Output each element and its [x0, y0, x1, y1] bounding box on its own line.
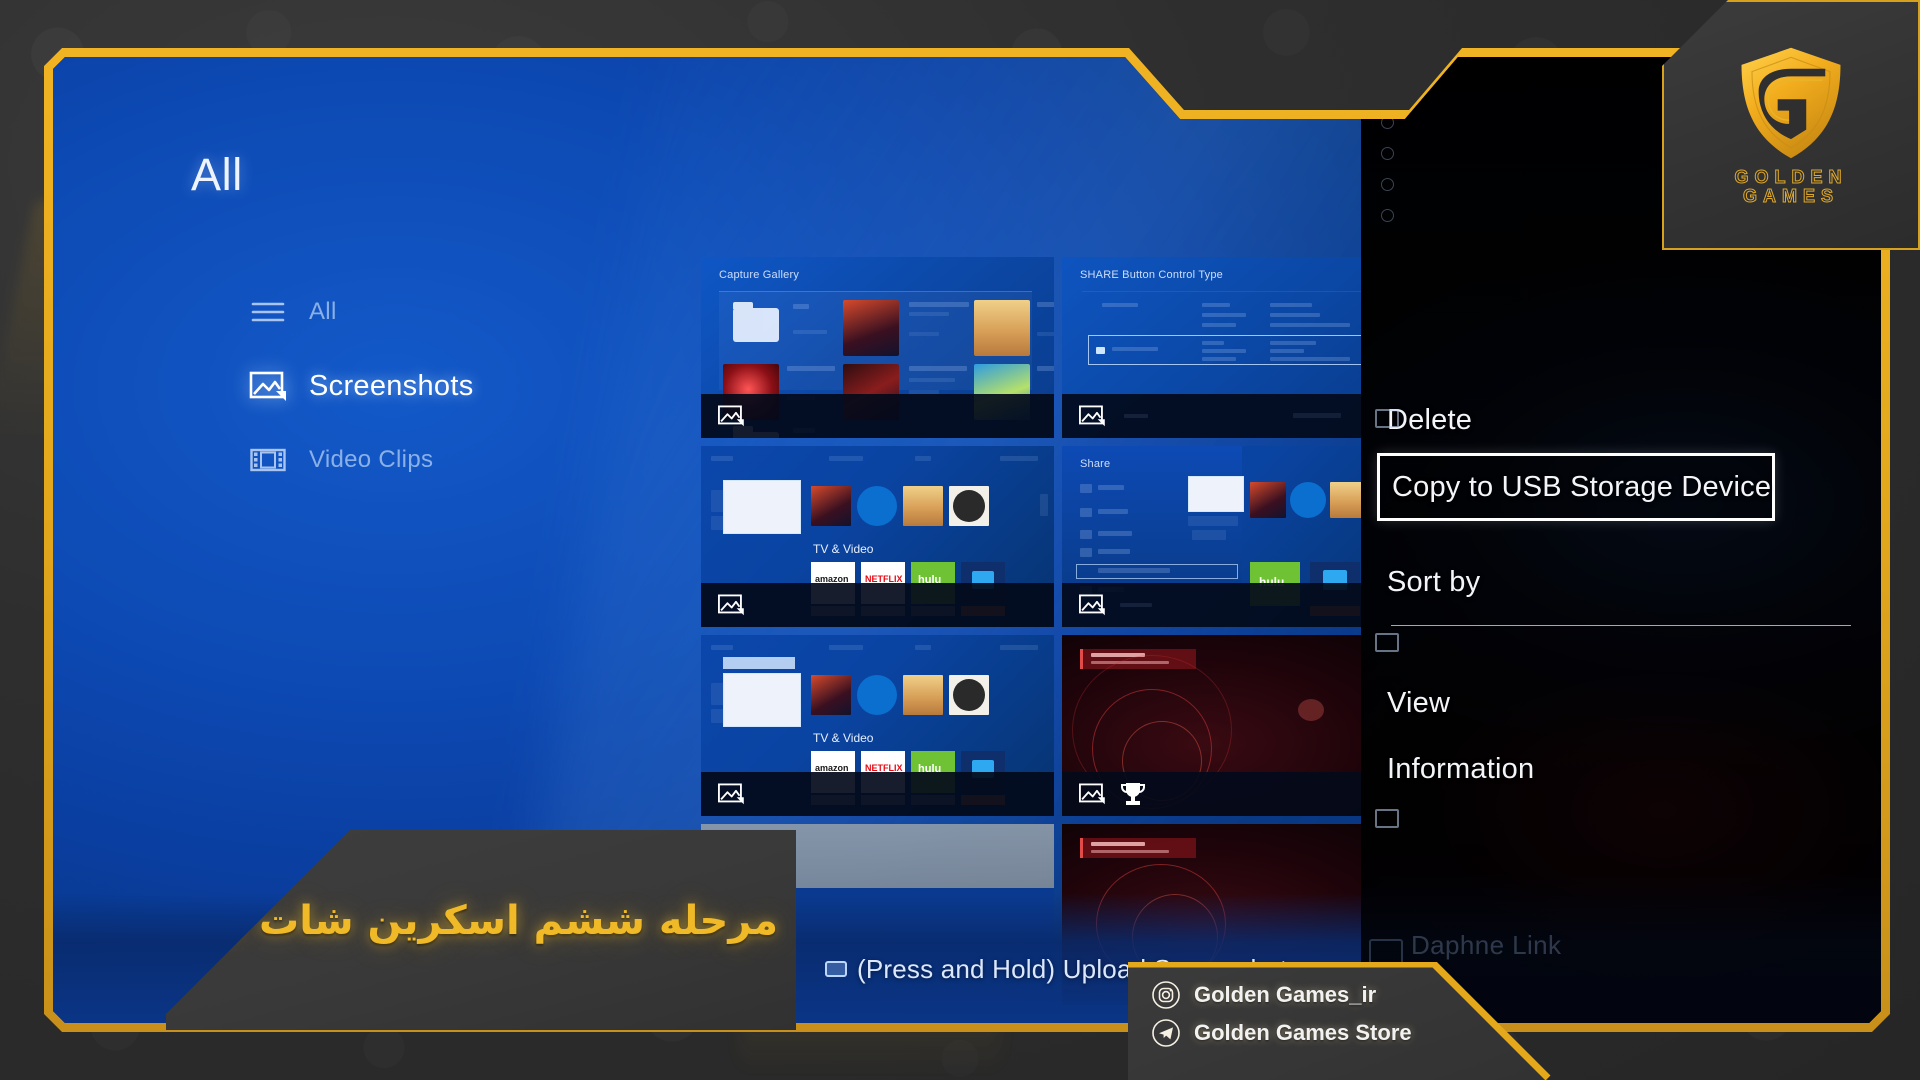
golden-games-shield-icon	[1741, 47, 1841, 159]
share-button-icon	[825, 961, 847, 977]
page-title: All	[191, 149, 243, 200]
trophy-toast-notification	[1080, 838, 1196, 858]
telegram-icon	[1152, 1019, 1180, 1047]
menu-item-information[interactable]: Information	[1361, 736, 1881, 802]
brand-logo-badge: GOLDEN GAMES	[1662, 0, 1920, 250]
menu-item-view[interactable]: View	[1361, 670, 1881, 736]
sidebar-item-screenshots[interactable]: Screenshots	[249, 349, 569, 423]
photo-icon	[718, 783, 744, 805]
photo-icon	[249, 370, 287, 402]
thumbnail-share-button-control-type[interactable]: SHARE Button Control Type	[1062, 257, 1361, 438]
brand-wordmark-line2: GAMES	[1742, 186, 1839, 206]
photo-icon	[1079, 783, 1105, 805]
highlighted-tile	[723, 480, 801, 534]
sidebar-item-label: All	[309, 298, 337, 325]
sidebar: All Screenshots Video Clips	[249, 275, 569, 497]
menu-item-delete[interactable]: Delete	[1361, 387, 1881, 453]
thumbnail-type-bar	[701, 394, 1054, 438]
thumbnail-type-bar	[1062, 394, 1361, 438]
brand-wordmark: GOLDEN GAMES	[1734, 166, 1848, 206]
thumbnail-ps4-home[interactable]: TV & Video amazon NETFLIX hulu	[701, 446, 1054, 627]
thumbnail-type-bar	[1062, 772, 1361, 816]
brand-wordmark-line1: GOLDEN	[1734, 166, 1848, 187]
menu-item-label: Sort by	[1387, 565, 1481, 598]
photo-icon	[1375, 809, 1399, 828]
menu-item-sort-by[interactable]: Sort by	[1361, 549, 1881, 615]
ghost-icon	[1381, 147, 1394, 160]
thumbnail-type-bar	[701, 583, 1054, 627]
social-handle: Golden Games Store	[1194, 1020, 1412, 1045]
ghost-icon	[1381, 85, 1394, 98]
photo-icon	[1079, 594, 1105, 616]
menu-item-label: View	[1387, 686, 1451, 719]
photo-icon	[718, 405, 744, 427]
social-row-telegram[interactable]: Golden Games Store	[1152, 1014, 1548, 1052]
context-menu: Delete Copy to USB Storage Device Sort b…	[1361, 387, 1881, 802]
menu-item-label: Copy to USB Storage Device	[1392, 470, 1772, 503]
thumbnail-type-bar	[1062, 583, 1361, 627]
menu-gap	[1361, 626, 1881, 670]
thumbnail-capture-gallery[interactable]: Capture Gallery	[701, 257, 1054, 438]
menu-spacer	[1361, 521, 1881, 549]
thumbnail-caption: SHARE Button Control Type	[1080, 269, 1223, 281]
thumbnail-share-menu[interactable]: Share hulu	[1062, 446, 1361, 627]
folder-icon	[733, 302, 779, 342]
page-root: All All Screenshots Video Clips Capture …	[0, 0, 1920, 1080]
photo-icon	[1079, 405, 1105, 427]
ghost-icon	[1381, 178, 1394, 191]
ghost-icon	[1381, 209, 1394, 222]
thumbnail-inner-panel	[719, 291, 1054, 438]
menu-item-copy-to-usb-storage-device[interactable]: Copy to USB Storage Device	[1377, 453, 1775, 521]
screenshot-grid: Capture Gallery SHARE Button Control Typ…	[701, 257, 1361, 1005]
social-handle: Golden Games_ir	[1194, 982, 1377, 1007]
sidebar-item-video-clips[interactable]: Video Clips	[249, 423, 569, 497]
tv-video-label: TV & Video	[813, 731, 874, 745]
sidebar-item-label: Video Clips	[309, 446, 434, 473]
photo-icon	[1375, 409, 1399, 428]
sidebar-item-all[interactable]: All	[249, 275, 569, 349]
tv-video-label: TV & Video	[813, 542, 874, 556]
photo-icon	[718, 594, 744, 616]
trophy-icon	[1121, 783, 1145, 805]
thumbnail-type-bar	[701, 772, 1054, 816]
thumbnail-ps4-home[interactable]: TV & Video amazon NETFLIX hulu	[701, 635, 1054, 816]
thumbnail-caption: Share	[1080, 458, 1111, 470]
photo-icon	[1375, 633, 1399, 652]
photo-icon	[1369, 939, 1403, 965]
menu-item-label: Delete	[1387, 403, 1473, 436]
menu-item-label: Information	[1387, 752, 1535, 785]
ghost-label: Daphne Link	[1411, 930, 1562, 960]
sidebar-item-label: Screenshots	[309, 369, 474, 402]
thumbnail-trophy-capture[interactable]	[1062, 635, 1361, 816]
thumbnail-caption: Capture Gallery	[719, 269, 800, 281]
hamburger-list-icon	[249, 296, 287, 328]
film-strip-icon	[249, 444, 287, 476]
context-menu-top-icon-stack	[1377, 85, 1407, 240]
instagram-icon	[1152, 981, 1180, 1009]
